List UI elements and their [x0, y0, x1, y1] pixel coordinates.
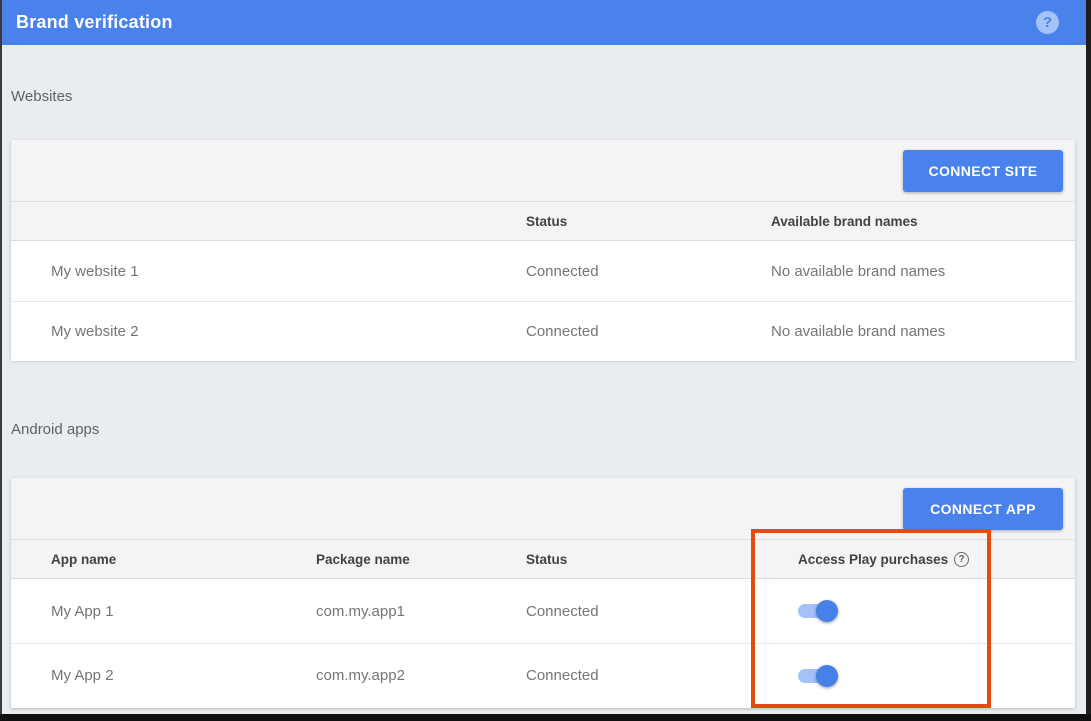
website-name: My website 1	[51, 263, 526, 280]
access-play-help-icon[interactable]: ?	[954, 552, 969, 567]
app-name: My App 2	[51, 667, 316, 684]
page-title: Brand verification	[16, 12, 173, 33]
android-apps-toolbar: CONNECT APP	[11, 478, 1075, 540]
website-status: Connected	[526, 323, 771, 340]
apps-col-app-name: App name	[51, 552, 316, 567]
screenshot-border-right	[1086, 0, 1091, 721]
website-brands: No available brand names	[771, 263, 1075, 280]
android-apps-card: CONNECT APP App name Package name Status…	[11, 478, 1075, 708]
websites-toolbar: CONNECT SITE	[11, 140, 1075, 202]
app-package: com.my.app1	[316, 603, 526, 620]
screenshot-border-left	[0, 0, 2, 721]
app-row: My App 2 com.my.app2 Connected	[11, 643, 1075, 707]
app-name: My App 1	[51, 603, 316, 620]
websites-table-header: Status Available brand names	[11, 202, 1075, 241]
app-status: Connected	[526, 603, 798, 620]
websites-section-label: Websites	[11, 88, 72, 105]
websites-col-status: Status	[526, 214, 771, 229]
website-row: My website 1 Connected No available bran…	[11, 241, 1075, 301]
websites-card: CONNECT SITE Status Available brand name…	[11, 140, 1075, 360]
app-package: com.my.app2	[316, 667, 526, 684]
app-row: My App 1 com.my.app1 Connected	[11, 579, 1075, 643]
app-status: Connected	[526, 667, 798, 684]
apps-col-status: Status	[526, 552, 798, 567]
access-play-toggle[interactable]	[798, 600, 836, 622]
screenshot-border-bottom	[0, 714, 1091, 721]
website-name: My website 2	[51, 323, 526, 340]
app-bar: Brand verification ?	[0, 0, 1086, 45]
brand-verification-page: Brand verification ? Websites CONNECT SI…	[0, 0, 1091, 721]
website-brands: No available brand names	[771, 323, 1075, 340]
toggle-thumb	[816, 665, 838, 687]
apps-col-access-play: Access Play purchases ?	[798, 552, 1075, 567]
toggle-thumb	[816, 600, 838, 622]
website-row: My website 2 Connected No available bran…	[11, 301, 1075, 361]
android-apps-table-header: App name Package name Status Access Play…	[11, 540, 1075, 579]
android-apps-section-label: Android apps	[11, 421, 99, 438]
apps-col-access-play-label: Access Play purchases	[798, 552, 948, 567]
apps-col-package: Package name	[316, 552, 526, 567]
access-play-toggle[interactable]	[798, 665, 836, 687]
websites-col-brands: Available brand names	[771, 214, 1075, 229]
connect-site-button[interactable]: CONNECT SITE	[903, 150, 1063, 192]
help-icon[interactable]: ?	[1036, 11, 1059, 34]
connect-app-button[interactable]: CONNECT APP	[903, 488, 1063, 530]
website-status: Connected	[526, 263, 771, 280]
